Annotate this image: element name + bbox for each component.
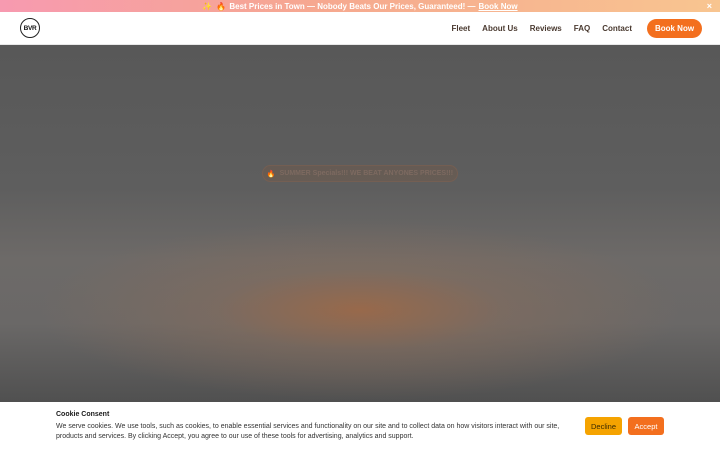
promo-book-link[interactable]: Book Now xyxy=(478,2,517,11)
nav-link-contact[interactable]: Contact xyxy=(602,24,632,33)
nav-link-reviews[interactable]: Reviews xyxy=(530,24,562,33)
book-now-button[interactable]: Book Now xyxy=(647,19,702,38)
cookie-text: We serve cookies. We use tools, such as … xyxy=(56,423,560,440)
nav-links: Fleet About Us Reviews FAQ Contact xyxy=(452,12,633,45)
fire-icon: 🔥 xyxy=(266,170,276,178)
hero-section: 🔥 SUMMER Specials!!! WE BEAT ANYONES PRI… xyxy=(0,45,720,402)
badge-text: SUMMER Specials!!! WE BEAT ANYONES PRICE… xyxy=(279,170,454,177)
logo[interactable]: BVR xyxy=(20,18,40,38)
accept-button[interactable]: Accept xyxy=(628,417,664,435)
close-icon[interactable]: × xyxy=(707,0,712,12)
top-nav: BVR Fleet About Us Reviews FAQ Contact B… xyxy=(0,12,720,45)
fire-icon: 🔥 xyxy=(216,1,227,11)
sparkle-icon: ✨ xyxy=(202,1,213,11)
cookie-banner: Cookie Consent We serve cookies. We use … xyxy=(0,402,720,450)
promo-bar: ✨ 🔥 Best Prices in Town — Nobody Beats O… xyxy=(0,0,720,12)
nav-link-faq[interactable]: FAQ xyxy=(574,24,590,33)
promo-badge: 🔥 SUMMER Specials!!! WE BEAT ANYONES PRI… xyxy=(262,165,458,182)
promo-text: Best Prices in Town — Nobody Beats Our P… xyxy=(229,1,476,11)
decline-button[interactable]: Decline xyxy=(585,417,622,435)
cookie-title: Cookie Consent xyxy=(56,411,110,418)
nav-link-fleet[interactable]: Fleet xyxy=(452,24,471,33)
nav-link-about-us[interactable]: About Us xyxy=(482,24,518,33)
